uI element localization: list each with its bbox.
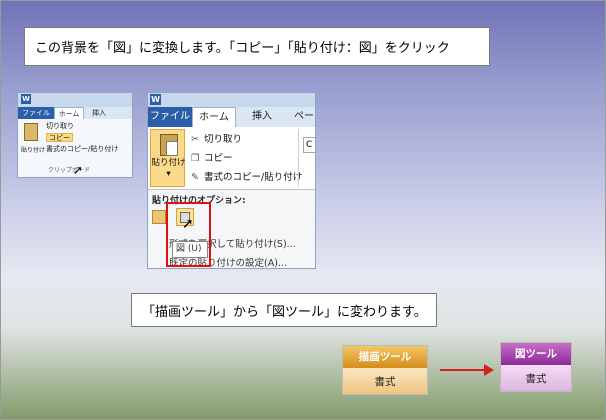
group-divider [298, 129, 299, 187]
paste-label: 貼り付け ▾ [151, 158, 186, 179]
mouse-cursor-icon: ➚ [73, 163, 84, 177]
tab-insert[interactable]: 挿入 [252, 107, 272, 127]
tab-file[interactable]: ファイル [148, 107, 192, 127]
copy-button[interactable]: コピー [46, 133, 73, 142]
instruction-callout-top: この背景を「図」に変換します。「コピー」「貼り付け：図」をクリック [24, 27, 490, 66]
copy-label: コピー [204, 153, 233, 164]
copy-button[interactable]: ❐ コピー [191, 152, 233, 165]
word-app-icon: W [21, 94, 31, 104]
small-ribbon-body: 貼り付け 切り取り コピー 書式のコピー/貼り付け クリップボード ➚ [18, 119, 132, 177]
scissors-icon: ✂ [191, 134, 199, 145]
font-box[interactable]: C [303, 137, 315, 153]
highlight-box [166, 202, 211, 267]
paintbrush-icon: ✎ [191, 172, 199, 183]
large-ribbon-tabs: ファイル ホーム 挿入 ペー [148, 107, 315, 127]
format-painter-label: 書式のコピー/貼り付け [204, 172, 303, 183]
tab-home[interactable]: ホーム [54, 107, 84, 119]
tab-file[interactable]: ファイル [18, 107, 54, 119]
copy-icon: ❐ [191, 153, 200, 164]
small-title-bar: W [18, 93, 132, 107]
clipboard-icon [160, 134, 178, 156]
cut-button[interactable]: ✂ 切り取り [191, 133, 242, 146]
small-ribbon-tabs: ファイル ホーム 挿入 [18, 107, 132, 119]
small-ribbon-screenshot: W ファイル ホーム 挿入 貼り付け 切り取り コピー 書式のコピー/貼り付け … [17, 92, 133, 178]
paste-button[interactable]: 貼り付け ▾ [150, 129, 186, 187]
clipboard-icon[interactable] [24, 123, 38, 141]
format-painter-button[interactable]: 書式のコピー/貼り付け [46, 145, 118, 154]
drawing-tools-header: 描画ツール [343, 346, 427, 368]
format-painter-label: 書式のコピー/貼り付け [46, 145, 119, 153]
paste-label[interactable]: 貼り付け [21, 145, 45, 154]
picture-tools-tab[interactable]: 図ツール 書式 [500, 342, 572, 392]
drawing-tools-tab[interactable]: 描画ツール 書式 [342, 345, 428, 395]
format-painter-button[interactable]: ✎ 書式のコピー/貼り付け [191, 171, 302, 184]
large-title-bar: W [148, 93, 315, 107]
word-app-icon: W [150, 94, 161, 105]
cut-label: 切り取り [204, 134, 243, 145]
drawing-tools-format-tab[interactable]: 書式 [343, 368, 427, 394]
instruction-text-bottom: 「描画ツール」から「図ツール」に変わります。 [142, 304, 427, 320]
instruction-text-top: この背景を「図」に変換します。「コピー」「貼り付け：図」をクリック [35, 41, 450, 56]
cut-button[interactable]: 切り取り [46, 122, 74, 131]
picture-tools-format-tab[interactable]: 書式 [501, 365, 571, 391]
picture-tools-header: 図ツール [501, 343, 571, 365]
tab-page-layout[interactable]: ペー [294, 107, 314, 127]
copy-label: コピー [49, 134, 70, 142]
right-arrow-icon [440, 364, 494, 376]
cut-label: 切り取り [46, 122, 74, 130]
paste-keep-format-icon[interactable] [152, 210, 166, 224]
clipboard-group-label: クリップボード [48, 167, 91, 174]
instruction-callout-bottom: 「描画ツール」から「図ツール」に変わります。 [131, 293, 437, 327]
tab-insert[interactable]: 挿入 [92, 107, 106, 119]
tab-home[interactable]: ホーム [192, 107, 236, 127]
